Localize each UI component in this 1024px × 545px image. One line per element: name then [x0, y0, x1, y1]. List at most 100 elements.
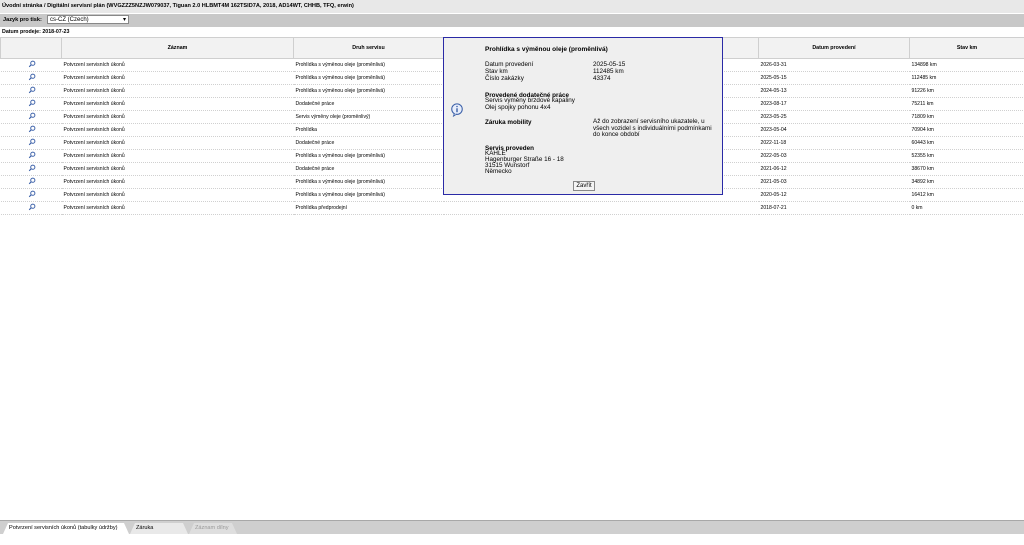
km-cell: 16412 km [910, 189, 1024, 202]
empty-cell [444, 202, 759, 215]
record-cell: Potvrzení servisních úkonů [62, 72, 294, 85]
km-cell: 134898 km [910, 59, 1024, 72]
service-type-cell: Prohlídka s výměnou oleje (proměnlivá) [294, 72, 444, 85]
service-type-cell: Prohlídka předprodejní [294, 202, 444, 215]
service-type-cell: Servis výměny oleje (proměnlivý) [294, 111, 444, 124]
record-cell: Potvrzení servisních úkonů [62, 163, 294, 176]
record-cell: Potvrzení servisních úkonů [62, 98, 294, 111]
record-cell: Potvrzení servisních úkonů [62, 202, 294, 215]
service-type-cell: Prohlídka s výměnou oleje (proměnlivá) [294, 85, 444, 98]
date-cell: 2026-03-31 [759, 59, 910, 72]
date-cell: 2021-06-12 [759, 163, 910, 176]
view-detail-cell[interactable] [1, 176, 62, 189]
service-type-cell: Prohlídka s výměnou oleje (proměnlivá) [294, 176, 444, 189]
magnifier-icon[interactable] [28, 138, 35, 145]
magnifier-icon[interactable] [28, 203, 35, 210]
column-header-record[interactable]: Záznam [62, 38, 294, 59]
column-header-icon [1, 38, 62, 59]
popup-title: Prohlídka s výměnou oleje (proměnlivá) [485, 46, 608, 53]
date-cell: 2022-11-18 [759, 137, 910, 150]
view-detail-cell[interactable] [1, 163, 62, 176]
language-bar: Jazyk pro tisk: cs-CZ (Czech) ▾ [0, 14, 1024, 27]
view-detail-cell[interactable] [1, 189, 62, 202]
sale-date: Datum prodeje: 2018-07-23 [2, 29, 69, 35]
km-cell: 71809 km [910, 111, 1024, 124]
warranty-text: Až do zobrazení servisního ukazatele, u … [593, 119, 718, 139]
tab-service-confirmations[interactable]: Potvrzení servisních úkonů (tabulky údrž… [3, 523, 129, 534]
date-cell: 2025-05-15 [759, 72, 910, 85]
view-detail-cell[interactable] [1, 137, 62, 150]
magnifier-icon[interactable] [28, 112, 35, 119]
tab-warranty[interactable]: Záruka Prorezdívení [130, 523, 188, 534]
warranty-title: Záruka mobility [485, 119, 532, 126]
record-cell: Potvrzení servisních úkonů [62, 124, 294, 137]
record-cell: Potvrzení servisních úkonů [62, 85, 294, 98]
magnifier-icon[interactable] [28, 151, 35, 158]
magnifier-icon[interactable] [28, 73, 35, 80]
language-select-value: cs-CZ (Czech) [50, 17, 89, 23]
column-header-type[interactable]: Druh servisu [294, 38, 444, 59]
km-cell: 34892 km [910, 176, 1024, 189]
record-cell: Potvrzení servisních úkonů [62, 150, 294, 163]
service-type-cell: Prohlídka [294, 124, 444, 137]
service-type-cell: Prohlídka s výměnou oleje (proměnlivá) [294, 59, 444, 72]
chevron-down-icon: ▾ [123, 16, 126, 25]
view-detail-cell[interactable] [1, 111, 62, 124]
bottom-tab-bar: Potvrzení servisních úkonů (tabulky údrž… [0, 520, 1024, 534]
date-cell: 2021-05-03 [759, 176, 910, 189]
service-address-line: Německo [485, 169, 512, 176]
km-cell: 70904 km [910, 124, 1024, 137]
info-icon [450, 103, 464, 117]
record-cell: Potvrzení servisních úkonů [62, 59, 294, 72]
language-label: Jazyk pro tisk: [3, 17, 42, 23]
close-button[interactable]: Zavřít [573, 181, 595, 191]
km-cell: 75211 km [910, 98, 1024, 111]
popup-field-label: Datum provedení [485, 61, 533, 68]
service-type-cell: Prohlídka s výměnou oleje (proměnlivá) [294, 189, 444, 202]
date-cell: 2023-05-04 [759, 124, 910, 137]
km-cell: 60443 km [910, 137, 1024, 150]
view-detail-cell[interactable] [1, 59, 62, 72]
view-detail-cell[interactable] [1, 85, 62, 98]
magnifier-icon[interactable] [28, 86, 35, 93]
date-cell: 2020-05-12 [759, 189, 910, 202]
view-detail-cell[interactable] [1, 124, 62, 137]
view-detail-cell[interactable] [1, 150, 62, 163]
magnifier-icon[interactable] [28, 164, 35, 171]
km-cell: 52355 km [910, 150, 1024, 163]
popup-field-label: Číslo zakázky [485, 75, 524, 82]
date-cell: 2022-05-03 [759, 150, 910, 163]
record-cell: Potvrzení servisních úkonů [62, 111, 294, 124]
service-type-cell: Dodatečné práce [294, 137, 444, 150]
language-select[interactable]: cs-CZ (Czech) ▾ [47, 15, 129, 24]
service-detail-popup: Prohlídka s výměnou oleje (proměnlivá) D… [443, 37, 723, 195]
km-cell: 112485 km [910, 72, 1024, 85]
service-type-cell: Dodatečné práce [294, 98, 444, 111]
column-header-date[interactable]: Datum provedení [759, 38, 910, 59]
service-type-cell: Dodatečné práce [294, 163, 444, 176]
magnifier-icon[interactable] [28, 190, 35, 197]
view-detail-cell[interactable] [1, 98, 62, 111]
column-header-km[interactable]: Stav km [910, 38, 1024, 59]
km-cell: 91226 km [910, 85, 1024, 98]
magnifier-icon[interactable] [28, 99, 35, 106]
km-cell: 38670 km [910, 163, 1024, 176]
magnifier-icon[interactable] [28, 60, 35, 67]
magnifier-icon[interactable] [28, 125, 35, 132]
magnifier-icon[interactable] [28, 177, 35, 184]
popup-field-value: 112485 km [593, 68, 624, 75]
popup-field-label: Stav km [485, 68, 508, 75]
record-cell: Potvrzení servisních úkonů [62, 176, 294, 189]
record-cell: Potvrzení servisních úkonů [62, 189, 294, 202]
service-type-cell: Prohlídka s výměnou oleje (proměnlivá) [294, 150, 444, 163]
view-detail-cell[interactable] [1, 202, 62, 215]
date-cell: 2018-07-21 [759, 202, 910, 215]
popup-field-value: 2025-05-15 [593, 61, 625, 68]
view-detail-cell[interactable] [1, 72, 62, 85]
breadcrumb: Úvodní stránka / Digitální servisní plán… [0, 0, 1024, 13]
tab-workshop-record[interactable]: Záznam dílny [189, 523, 237, 534]
popup-field-value: 43374 [593, 75, 611, 82]
table-row[interactable]: Potvrzení servisních úkonůProhlídka před… [1, 202, 1024, 215]
date-cell: 2023-05-25 [759, 111, 910, 124]
extra-work-line: Olej spojky pohonu 4x4 [485, 105, 550, 112]
